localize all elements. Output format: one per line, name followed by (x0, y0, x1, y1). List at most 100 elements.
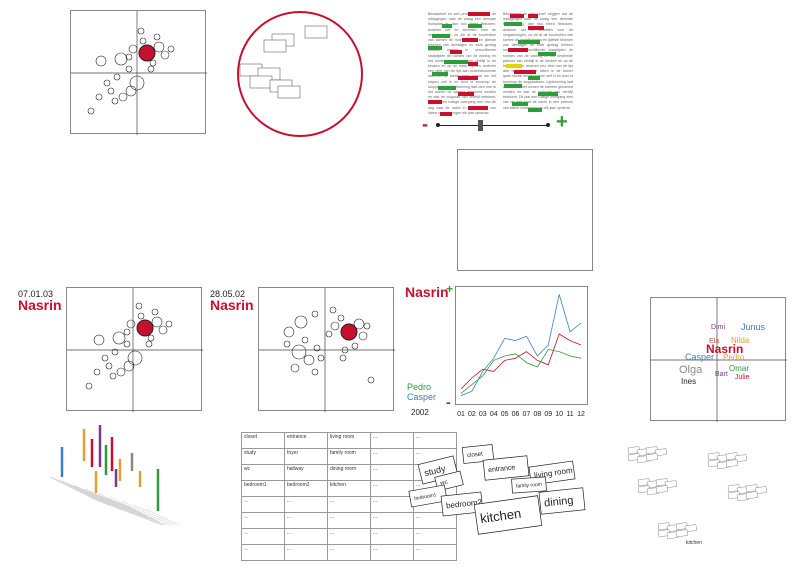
table-cell: study (241, 448, 285, 465)
x-tick-label: 02 (468, 411, 476, 418)
table-cell: ... (327, 496, 371, 513)
bubble (167, 45, 175, 53)
bubble (93, 334, 105, 346)
slider-handle[interactable] (478, 120, 483, 131)
bubble (325, 330, 333, 338)
word-bart: Bart (715, 371, 728, 378)
bubble (105, 362, 113, 370)
bubble (363, 322, 371, 330)
bubble (291, 344, 307, 360)
bubble (123, 360, 135, 372)
table-cell: ... (284, 528, 328, 545)
text-highlight (538, 92, 558, 96)
text-highlight (512, 102, 528, 106)
table-cell: foyer (284, 448, 328, 465)
panel-name-1: Nasrin (18, 297, 62, 313)
bubble (351, 342, 359, 350)
highlight-bubble (136, 319, 154, 337)
card-cluster (657, 522, 697, 540)
table-cell: dining room (327, 464, 371, 481)
bubble (127, 350, 143, 366)
slider-track[interactable] (438, 125, 548, 126)
bubble (125, 85, 137, 97)
table-cell: ... (284, 512, 328, 529)
bubble (147, 65, 155, 73)
table-cell: family room (327, 448, 371, 465)
bubble (139, 37, 147, 45)
text-highlight (528, 26, 544, 30)
line-chart: 01 02 03 04 05 06 07 08 09 10 11 12 (455, 286, 595, 420)
x-tick-label: 10 (555, 411, 563, 418)
bubble (160, 50, 170, 60)
bubble (283, 326, 295, 338)
bubble (303, 354, 315, 366)
year-label: 2002 (411, 408, 429, 417)
bubble (125, 65, 133, 73)
table-cell: ... (327, 528, 371, 545)
bubble (93, 368, 101, 376)
bubble (317, 354, 325, 362)
text-highlight (528, 14, 538, 18)
scatter-plot-top (71, 11, 207, 135)
slider-plus[interactable]: + (556, 111, 568, 134)
word-junus: Junus (741, 322, 766, 332)
zoom-slider[interactable]: - + (422, 111, 572, 136)
room-card: dining (538, 487, 586, 515)
word-julie: Julie (735, 374, 750, 381)
series-line-pedro (460, 348, 582, 394)
text-highlight (468, 12, 490, 16)
slider-end-dot (546, 123, 550, 127)
text-highlight (458, 92, 474, 96)
table-cell: closet (241, 432, 285, 449)
room-card: kitchen (473, 495, 543, 535)
scatter-panel-2 (258, 287, 395, 412)
bubble (358, 331, 368, 341)
bubble (145, 340, 153, 348)
slider-start-dot (436, 123, 440, 127)
bubble (301, 336, 309, 344)
text-highlight (514, 70, 536, 74)
bubble (339, 354, 347, 362)
card-cluster (707, 452, 747, 470)
text-highlight (432, 72, 448, 76)
x-tick-label: 05 (501, 411, 509, 418)
bubble (337, 314, 345, 322)
x-tick-label: 11 (566, 411, 573, 418)
room-card: entrance (482, 455, 530, 481)
bubble (151, 308, 159, 316)
slider-minus[interactable]: - (422, 114, 428, 135)
bubble (165, 320, 173, 328)
bubble (109, 372, 117, 380)
bubble (158, 325, 168, 335)
highlight-bubble (138, 44, 156, 62)
bubble (101, 354, 109, 362)
bubble (311, 310, 319, 318)
bubble (153, 33, 161, 41)
table-cell: wc (241, 464, 285, 481)
room-card: family room (511, 476, 547, 494)
bubble (151, 316, 163, 328)
bubble (126, 319, 136, 329)
legend-pedro: Pedro (407, 382, 432, 392)
bubble (114, 52, 128, 66)
bubble (103, 79, 111, 87)
x-tick-label: 01 (457, 411, 465, 418)
card-cluster (637, 478, 677, 496)
table-cell: ... (241, 496, 285, 513)
text-highlight (504, 22, 522, 26)
table-cell: ... (413, 544, 457, 561)
bubble (95, 93, 103, 101)
x-tick-label: 07 (523, 411, 531, 418)
table-cell: bedroom1 (241, 480, 285, 497)
scatter-plot-2 (259, 288, 395, 412)
bubble (367, 376, 375, 384)
line-chart-plus: + (446, 282, 454, 296)
text-highlight (506, 64, 522, 68)
table-cell: ... (284, 496, 328, 513)
text-highlight (518, 40, 540, 44)
bubble (294, 315, 308, 329)
text-highlight (432, 34, 450, 38)
room-cards-diagram: closet study entrance living room wc family r… (408, 440, 603, 545)
text-highlight (442, 24, 452, 28)
text-highlight (428, 46, 442, 50)
